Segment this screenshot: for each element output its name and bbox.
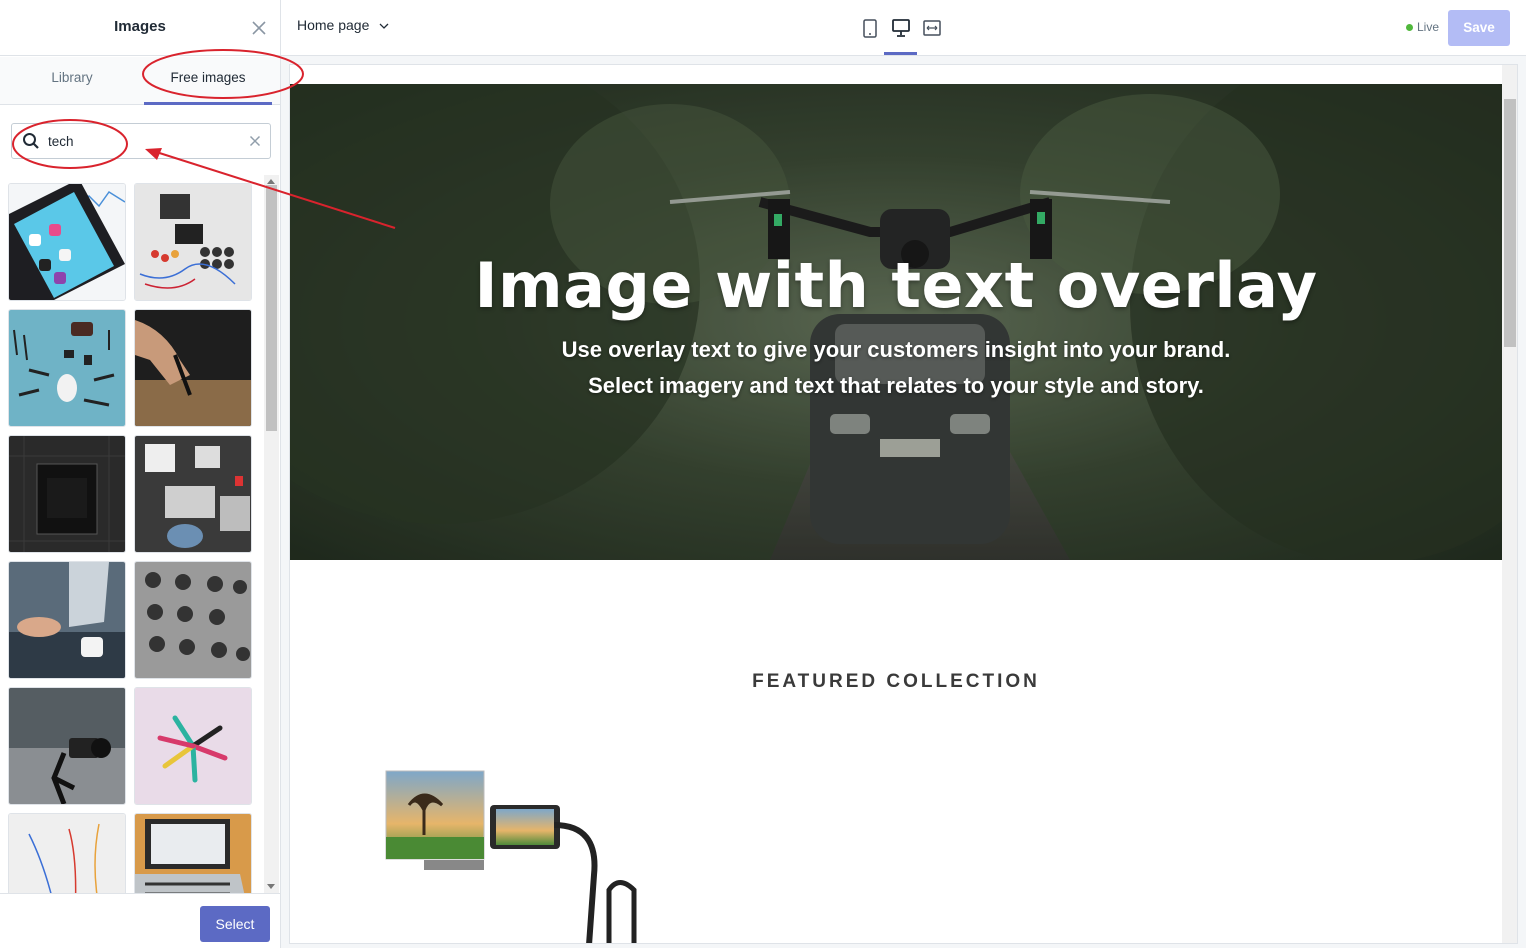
image-thumbnail[interactable] — [8, 561, 126, 679]
hero-background-image — [290, 84, 1502, 560]
image-thumbnail[interactable] — [134, 813, 252, 893]
store-preview: Image with text overlay Use overlay text… — [289, 64, 1518, 944]
mobile-icon[interactable] — [857, 14, 883, 42]
images-sidebar: Images Library Free images tech Select — [0, 0, 281, 948]
page-selector-label: Home page — [297, 17, 370, 33]
live-status-label: Live — [1417, 20, 1440, 34]
chevron-down-icon — [379, 23, 389, 30]
search-input[interactable] — [48, 130, 238, 152]
hand-writing-image — [135, 310, 251, 426]
image-thumbnail[interactable] — [134, 687, 252, 805]
close-icon[interactable] — [250, 19, 268, 37]
laptop-desk-image — [135, 814, 251, 893]
sidebar-footer: Select — [0, 893, 280, 948]
desk-laptops-image — [135, 436, 251, 552]
image-thumbnail[interactable] — [8, 687, 126, 805]
live-status-dot — [1406, 24, 1413, 32]
mixer-knobs-image — [135, 562, 251, 678]
camera-gimbal-image — [9, 688, 125, 804]
select-button[interactable]: Select — [200, 906, 270, 942]
fullscreen-icon[interactable] — [919, 14, 945, 42]
tab-free-images[interactable]: Free images — [144, 57, 272, 105]
page-selector[interactable]: Home page — [297, 17, 389, 33]
typing-laptop-image — [9, 562, 125, 678]
live-status: Live — [1406, 20, 1439, 34]
hero-subtitle-line-2: Select imagery and text that relates to … — [588, 373, 1204, 398]
tab-library[interactable]: Library — [0, 57, 144, 105]
search-field[interactable] — [11, 123, 271, 159]
phone-apps-image — [9, 184, 125, 300]
hero-title: Image with text overlay — [474, 249, 1318, 322]
drone-parts-image — [9, 310, 125, 426]
clear-search-icon[interactable] — [248, 134, 262, 148]
scrollbar-thumb[interactable] — [266, 185, 277, 431]
sidebar-title: Images — [114, 18, 166, 35]
sidebar-tabs: Library Free images — [0, 57, 280, 105]
image-grid-scrollbar[interactable] — [264, 175, 279, 893]
theme-editor: Images Library Free images tech Select H… — [0, 0, 1526, 948]
sidebar-header: Images — [0, 0, 280, 56]
save-button[interactable]: Save — [1448, 10, 1510, 46]
hero-subtitle-line-1: Use overlay text to give your customers … — [561, 337, 1231, 362]
image-thumbnail[interactable] — [8, 183, 126, 301]
cable-ties-image — [135, 688, 251, 804]
image-thumbnail[interactable] — [8, 813, 126, 893]
image-thumbnail[interactable] — [134, 561, 252, 679]
scroll-up-arrow-icon[interactable] — [267, 179, 275, 184]
image-grid — [0, 175, 264, 893]
active-device-indicator — [884, 52, 917, 55]
electronic-components-image — [135, 184, 251, 300]
image-thumbnail[interactable] — [8, 435, 126, 553]
image-thumbnail[interactable] — [134, 435, 252, 553]
editor-topbar: Home page Live Save — [281, 0, 1526, 56]
tab-library-label: Library — [51, 70, 93, 85]
product-image[interactable] — [384, 765, 654, 944]
hero-image-section: Image with text overlay Use overlay text… — [290, 84, 1502, 560]
image-thumbnail[interactable] — [134, 183, 252, 301]
preview-scrollbar-thumb[interactable] — [1504, 99, 1516, 347]
hero-subtitle: Use overlay text to give your customers … — [290, 332, 1502, 404]
tab-free-images-label: Free images — [170, 70, 246, 85]
scroll-down-arrow-icon[interactable] — [267, 884, 275, 889]
desktop-icon[interactable] — [888, 14, 914, 42]
image-thumbnail[interactable] — [134, 309, 252, 427]
image-thumbnail[interactable] — [8, 309, 126, 427]
circuit-board-image — [9, 436, 125, 552]
preview-scrollbar[interactable] — [1502, 65, 1517, 943]
wires-image — [9, 814, 125, 893]
search-icon — [23, 133, 39, 149]
featured-collection-heading: FEATURED COLLECTION — [752, 671, 1040, 692]
active-tab-indicator — [144, 102, 272, 105]
